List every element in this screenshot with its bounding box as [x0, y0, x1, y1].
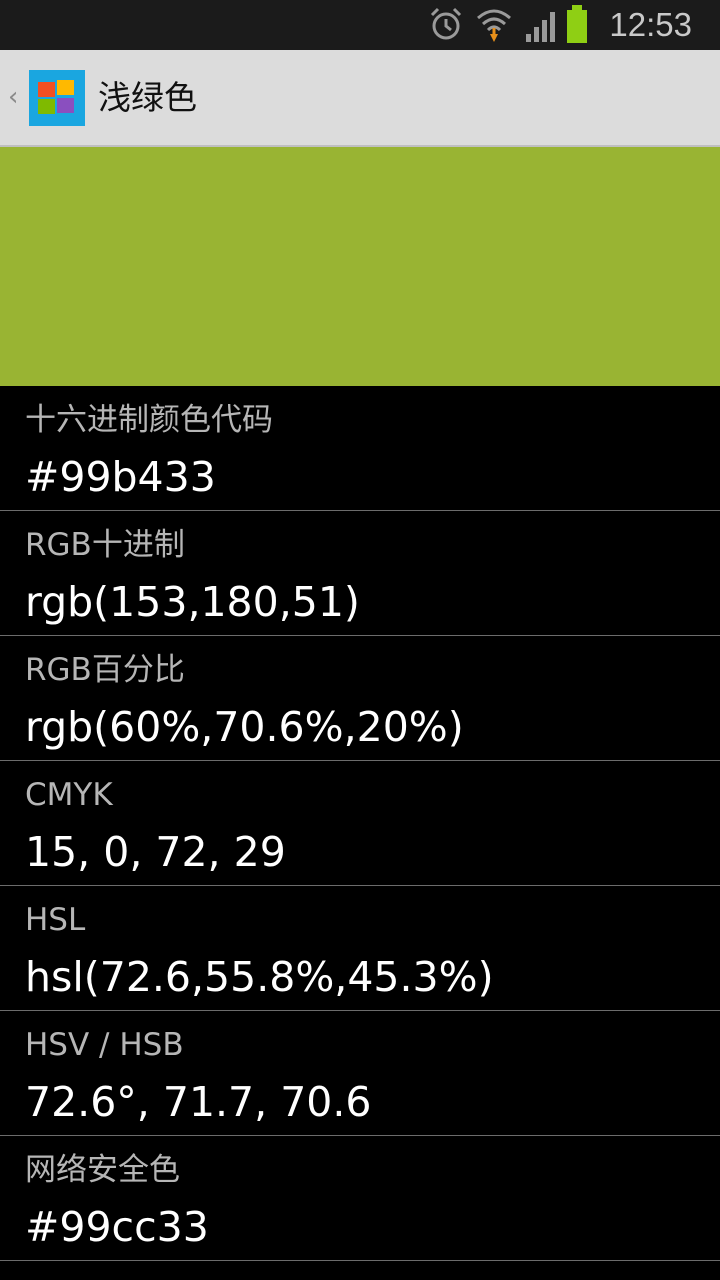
row-label: RGB十进制 [25, 527, 185, 563]
action-bar: ‹ 浅绿色 [0, 50, 720, 147]
list-item-rgb-percent[interactable]: RGB百分比 rgb(60%,70.6%,20%) [0, 636, 720, 761]
row-value: rgb(153,180,51) [25, 578, 360, 626]
color-value-list: 十六进制颜色代码 #99b433 RGB十进制 rgb(153,180,51) … [0, 386, 720, 1261]
list-item-hsl[interactable]: HSL hsl(72.6,55.8%,45.3%) [0, 886, 720, 1011]
row-value: rgb(60%,70.6%,20%) [25, 703, 464, 751]
list-item-web-safe[interactable]: 网络安全色 #99cc33 [0, 1136, 720, 1261]
status-time: 12:53 [609, 6, 692, 43]
row-value: 15, 0, 72, 29 [25, 828, 286, 876]
row-label: RGB百分比 [25, 652, 185, 688]
row-value: 72.6°, 71.7, 70.6 [25, 1078, 372, 1126]
row-label: CMYK [25, 777, 113, 813]
row-label: 网络安全色 [25, 1152, 180, 1188]
back-caret-icon[interactable]: ‹ [8, 84, 18, 110]
list-item-hsv[interactable]: HSV / HSB 72.6°, 71.7, 70.6 [0, 1011, 720, 1136]
list-item-rgb-decimal[interactable]: RGB十进制 rgb(153,180,51) [0, 511, 720, 636]
row-value: #99b433 [25, 453, 216, 501]
list-item-cmyk[interactable]: CMYK 15, 0, 72, 29 [0, 761, 720, 886]
page-title: 浅绿色 [98, 78, 197, 117]
windows-logo-icon[interactable] [29, 70, 85, 126]
color-swatch [0, 147, 720, 386]
row-value: #99cc33 [25, 1203, 209, 1251]
wifi-icon [477, 9, 511, 42]
list-item-hex[interactable]: 十六进制颜色代码 #99b433 [0, 386, 720, 511]
row-value: hsl(72.6,55.8%,45.3%) [25, 953, 494, 1001]
row-label: HSL [25, 902, 86, 938]
status-bar: 12:53 [0, 0, 720, 50]
battery-icon [567, 5, 587, 43]
alarm-icon [430, 7, 462, 40]
row-label: HSV / HSB [25, 1027, 184, 1063]
row-label: 十六进制颜色代码 [25, 402, 273, 438]
signal-icon [526, 12, 555, 42]
